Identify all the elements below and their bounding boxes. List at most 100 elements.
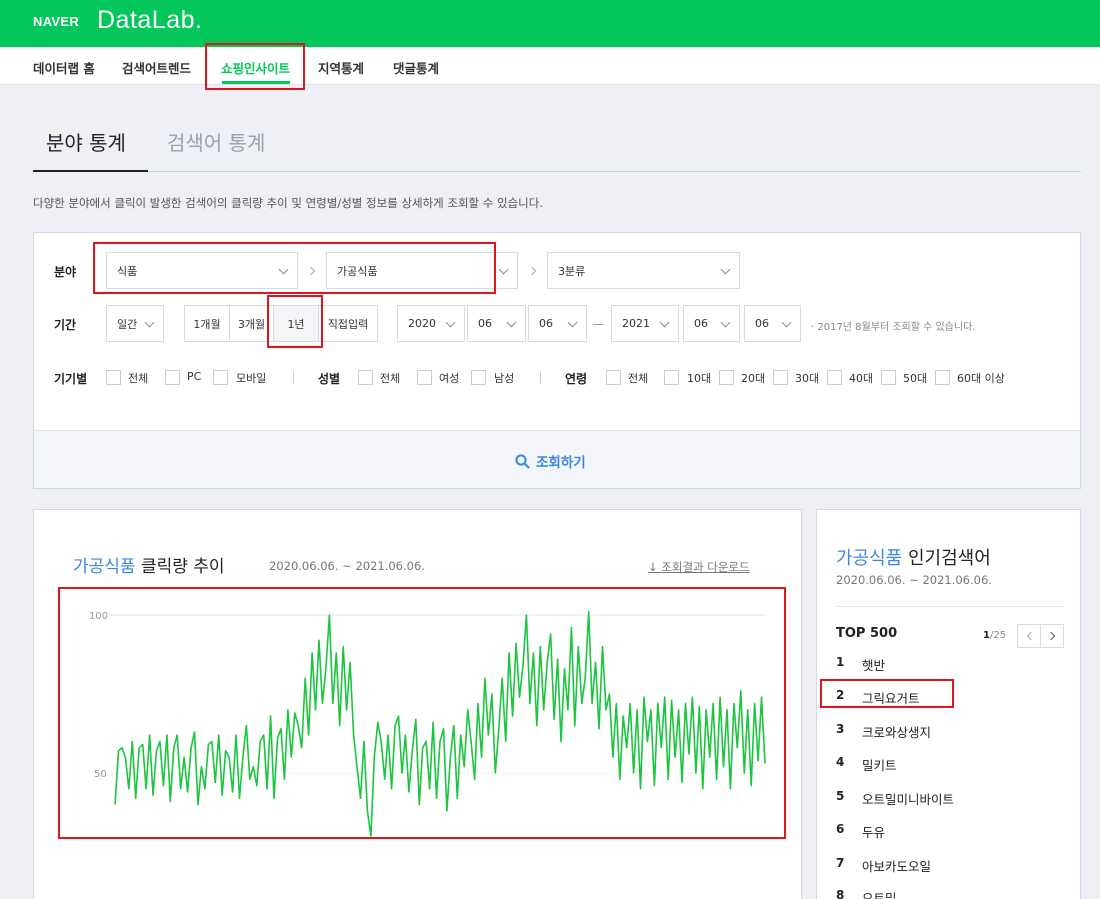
start-day-value: 06 <box>539 317 553 330</box>
age-label: 연령 <box>565 372 588 386</box>
keyword-item[interactable]: 두유 <box>862 822 885 841</box>
end-year-select[interactable]: 2021 <box>611 305 679 342</box>
age-10s-checkbox[interactable] <box>664 370 679 385</box>
rank-number: 4 <box>836 755 845 769</box>
popular-date-range: 2020.06.06. ~ 2021.06.06. <box>836 573 992 587</box>
top-label: TOP 500 <box>836 626 898 641</box>
chevron-down-icon <box>781 317 792 328</box>
age-30s-checkbox[interactable] <box>773 370 788 385</box>
device-all-label: 전체 <box>128 372 149 385</box>
gender-male-label: 남성 <box>494 372 515 385</box>
start-day-select[interactable]: 06 <box>528 305 587 342</box>
series-line <box>114 611 766 837</box>
chevron-down-icon <box>445 317 456 328</box>
end-day-select[interactable]: 06 <box>744 305 801 342</box>
start-month-value: 06 <box>478 317 492 330</box>
rank-number: 3 <box>836 722 845 736</box>
period-note: · 2017년 8월부터 조회할 수 있습니다. <box>811 322 976 333</box>
nav-item-shopping-insight[interactable]: 쇼핑인사이트 <box>221 58 290 77</box>
rank-number: 2 <box>836 688 845 702</box>
category1-value: 식품 <box>117 264 138 278</box>
divider <box>836 606 1064 607</box>
period-unit-select[interactable]: 일간 <box>106 305 164 342</box>
chevron-down-icon <box>278 264 289 275</box>
age-all-label: 전체 <box>628 372 649 385</box>
device-pc-checkbox[interactable] <box>165 370 180 385</box>
tab-divider <box>33 171 1081 172</box>
gender-female-checkbox[interactable] <box>417 370 432 385</box>
download-icon: ↓ <box>648 560 658 574</box>
period-3months-button[interactable]: 3개월 <box>229 305 274 342</box>
keyword-item[interactable]: 햇반 <box>862 655 885 674</box>
nav-item-search-trend[interactable]: 검색어트렌드 <box>122 58 191 77</box>
rank-number: 6 <box>836 822 845 836</box>
period-unit-value: 일간 <box>117 317 138 331</box>
category-label: 분야 <box>54 265 77 279</box>
next-page-button[interactable] <box>1040 624 1064 648</box>
rank-number: 8 <box>836 888 845 899</box>
prev-page-button[interactable] <box>1017 624 1041 648</box>
chevron-down-icon <box>498 264 509 275</box>
date-range-dash <box>593 324 603 325</box>
end-month-value: 06 <box>694 317 708 330</box>
device-mobile-label: 모바일 <box>236 372 267 385</box>
period-1month-button[interactable]: 1개월 <box>184 305 230 342</box>
age-20s-label: 20대 <box>741 372 766 385</box>
age-60plus-checkbox[interactable] <box>935 370 950 385</box>
period-1year-button[interactable]: 1년 <box>273 305 319 342</box>
y-tick-label-top: 100 <box>89 611 108 622</box>
gender-male-checkbox[interactable] <box>471 370 486 385</box>
main-nav: 데이터랩 홈 검색어트렌드 쇼핑인사이트 지역통계 댓글통계 <box>0 47 1100 85</box>
category3-select[interactable]: 3분류 <box>547 252 740 289</box>
nav-item-regional-stats[interactable]: 지역통계 <box>318 58 364 77</box>
download-link[interactable]: ↓ 조회결과 다운로드 <box>648 559 750 575</box>
age-20s-checkbox[interactable] <box>719 370 734 385</box>
popular-title-suffix: 인기검색어 <box>907 548 991 569</box>
start-year-select[interactable]: 2020 <box>397 305 465 342</box>
category2-value: 가공식품 <box>337 264 378 278</box>
gender-all-checkbox[interactable] <box>358 370 373 385</box>
search-button[interactable]: 조회하기 <box>515 451 586 471</box>
category1-select[interactable]: 식품 <box>106 252 298 289</box>
rank-number: 5 <box>836 789 845 803</box>
tab-keyword-stats[interactable]: 검색어 통계 <box>167 127 265 156</box>
nav-item-datalab-home[interactable]: 데이터랩 홈 <box>33 58 95 77</box>
chevron-left-icon <box>1026 631 1036 641</box>
keyword-item[interactable]: 그릭요거트 <box>862 688 920 707</box>
chevron-down-icon <box>720 317 731 328</box>
age-40s-checkbox[interactable] <box>827 370 842 385</box>
tab-category-stats[interactable]: 분야 통계 <box>46 127 126 156</box>
nav-active-indicator <box>222 81 290 84</box>
age-50s-checkbox[interactable] <box>881 370 896 385</box>
keyword-item[interactable]: 아보카도오일 <box>862 856 931 875</box>
download-label: 조회결과 다운로드 <box>661 560 750 574</box>
start-month-select[interactable]: 06 <box>467 305 526 342</box>
page-total: /25 <box>989 630 1007 641</box>
period-label: 기간 <box>54 318 77 332</box>
section-description: 다양한 분야에서 클릭이 발생한 검색어의 클릭량 추이 및 연령별/성별 정보… <box>33 196 543 210</box>
divider <box>293 371 294 384</box>
period-custom-button[interactable]: 직접입력 <box>318 305 378 342</box>
keyword-item[interactable]: 크로와상생지 <box>862 722 931 741</box>
age-all-checkbox[interactable] <box>606 370 621 385</box>
end-month-select[interactable]: 06 <box>683 305 740 342</box>
chevron-down-icon <box>720 264 731 275</box>
chevron-down-icon <box>144 317 155 328</box>
keyword-item[interactable]: 오트밀 <box>862 888 897 899</box>
naver-logo[interactable]: NAVER <box>33 14 79 29</box>
device-mobile-checkbox[interactable] <box>213 370 228 385</box>
category3-value: 3분류 <box>558 264 586 278</box>
end-day-value: 06 <box>755 317 769 330</box>
gender-all-label: 전체 <box>380 372 401 385</box>
age-50s-label: 50대 <box>903 372 928 385</box>
datalab-logo[interactable]: DataLab. <box>97 6 202 35</box>
keyword-item[interactable]: 밀키트 <box>862 755 897 774</box>
search-button-label: 조회하기 <box>536 455 586 471</box>
tab-active-indicator <box>33 170 148 172</box>
chevron-right-icon <box>1046 631 1056 641</box>
popular-title-category: 가공식품 <box>836 548 903 569</box>
category2-select[interactable]: 가공식품 <box>326 252 518 289</box>
device-all-checkbox[interactable] <box>106 370 121 385</box>
keyword-item[interactable]: 오트밀미니바이트 <box>862 789 954 808</box>
nav-item-comment-stats[interactable]: 댓글통계 <box>393 58 439 77</box>
